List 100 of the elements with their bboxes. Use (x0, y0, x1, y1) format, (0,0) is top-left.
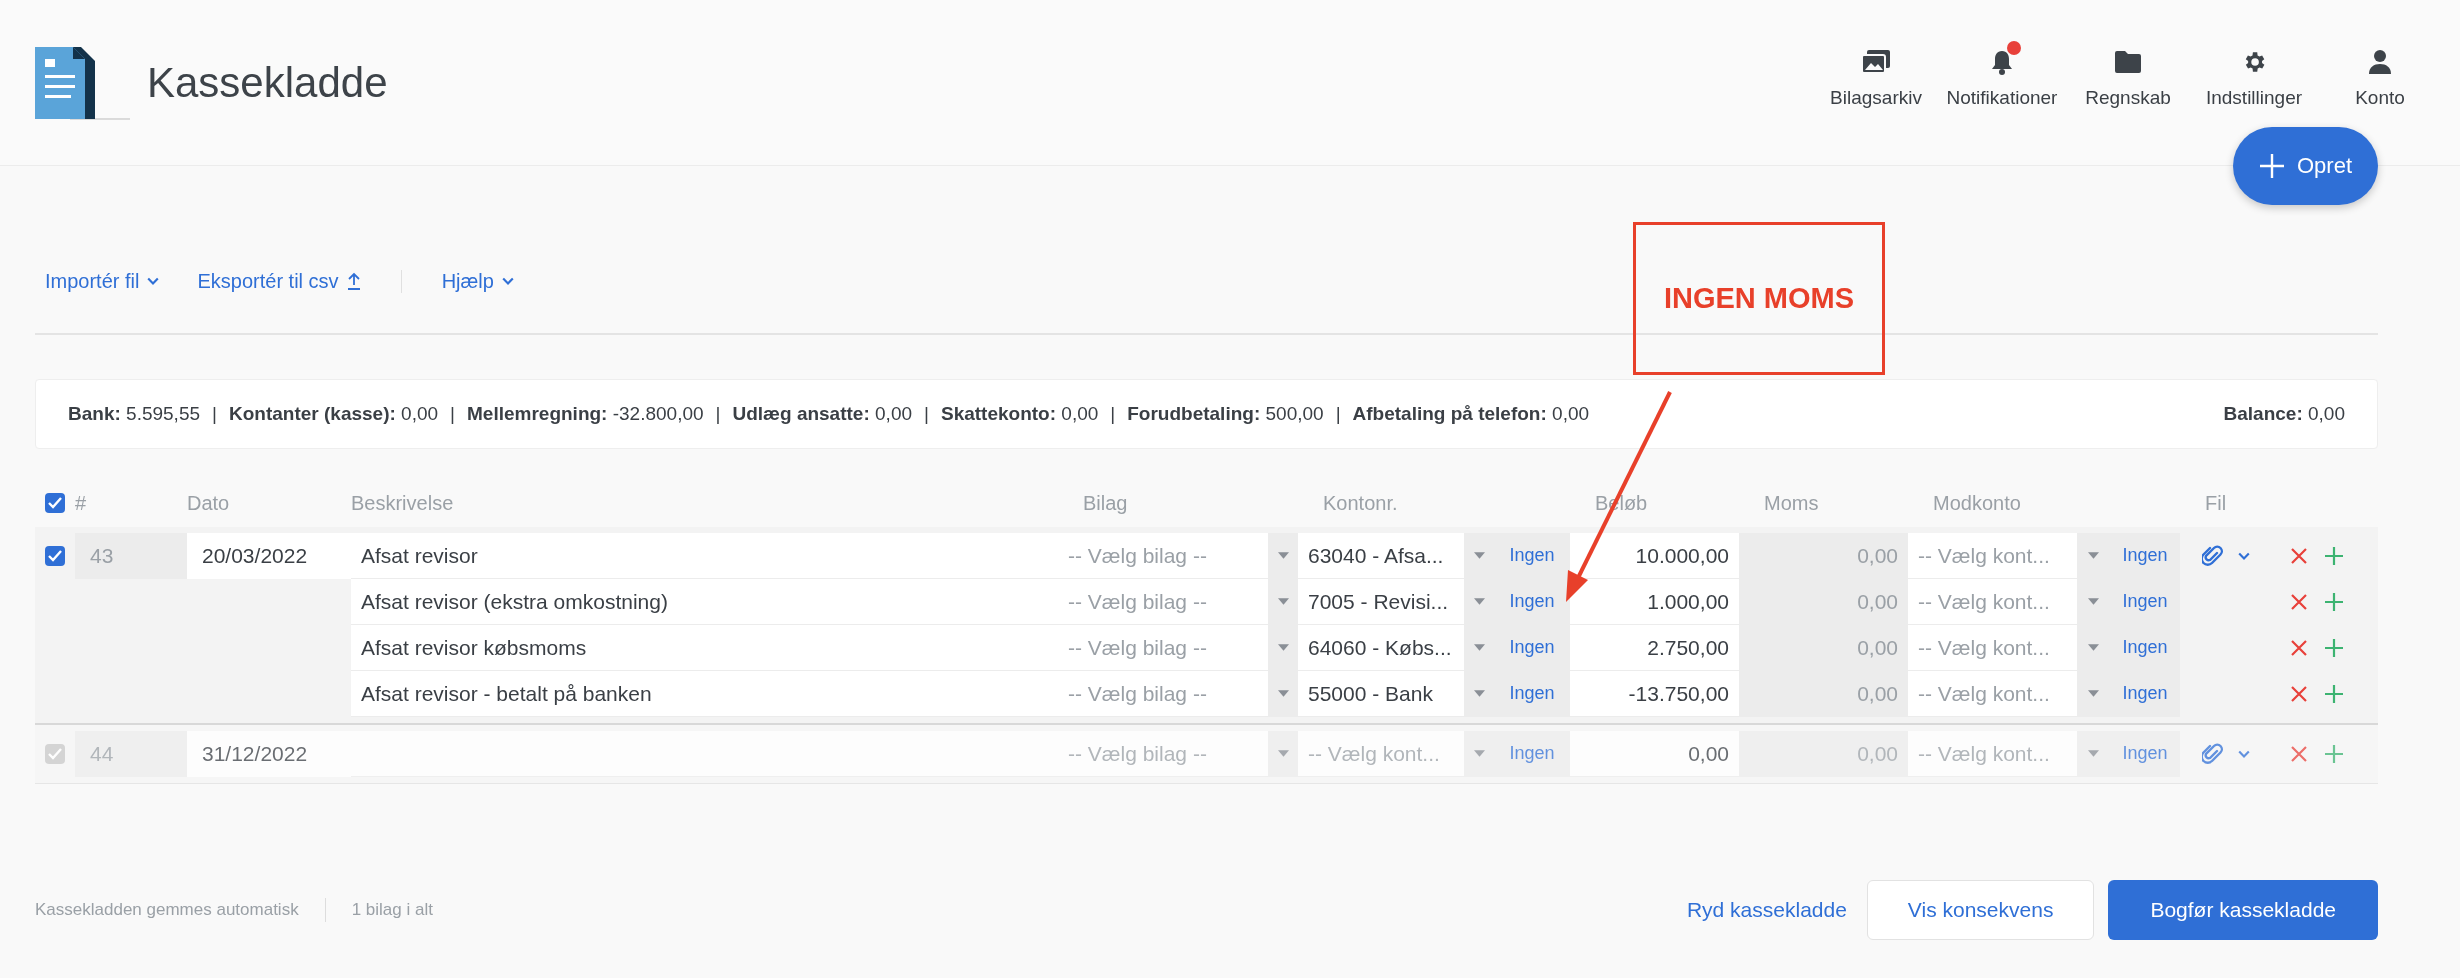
description-field[interactable]: Afsat revisor (ekstra omkostning) (351, 579, 1058, 625)
account-select[interactable]: 63040 - Afsa... (1298, 533, 1464, 579)
balance-item: Skattekonto: 0,00 (940, 403, 1099, 425)
delete-icon[interactable] (2290, 547, 2308, 565)
toolbar-link[interactable]: Importér fil (35, 269, 170, 293)
account-select[interactable]: 64060 - Købs... (1298, 625, 1464, 671)
chevron-down-icon (2238, 552, 2250, 560)
add-icon[interactable] (2324, 684, 2344, 704)
voucher-select[interactable]: -- Vælg bilag -- (1058, 671, 1268, 717)
annotation-box: INGEN MOMS (1633, 222, 1885, 375)
delete-icon[interactable] (2290, 685, 2308, 703)
date-field[interactable]: 20/03/2022 (187, 533, 351, 579)
caret-icon (1277, 644, 1289, 651)
chevron-down-icon (501, 277, 514, 285)
amount-field[interactable]: 10.000,00 (1570, 533, 1739, 579)
toolbar-link[interactable]: Hjælp (431, 269, 524, 293)
caret-icon (1473, 644, 1485, 651)
balance-item: Forudbetaling: 500,00 (1127, 403, 1324, 425)
folder-icon (2114, 49, 2142, 74)
caret-icon (2088, 598, 2099, 605)
voucher-select[interactable]: -- Vælg bilag -- (1058, 579, 1268, 625)
balance-item: Kontanter (kasse): 0,00 (229, 403, 439, 425)
column-header: Fil (2204, 491, 2228, 515)
separator-text: | (450, 403, 455, 425)
column-header: Beskrivelse (351, 491, 455, 515)
separator-text: | (212, 403, 217, 425)
separator-text: | (1335, 403, 1341, 425)
post-button[interactable]: Bogfør kassekladde (2108, 880, 2378, 940)
caret-icon (2088, 552, 2099, 559)
nav-item[interactable]: Notifikationer (1939, 36, 2065, 109)
separator-text: | (924, 403, 929, 425)
amount-field[interactable]: -13.750,00 (1570, 671, 1739, 717)
description-field[interactable]: Afsat revisor (351, 533, 1058, 579)
chevron-down-icon (147, 277, 160, 285)
nav-item[interactable]: Regnskab (2065, 36, 2191, 109)
caret-icon (1473, 750, 1485, 757)
paperclip-icon[interactable] (2202, 544, 2224, 568)
counter-account-select[interactable]: -- Vælg kont... (1908, 579, 2077, 625)
balance-item: Bank: 5.595,55 (68, 403, 201, 425)
balance-item: Afbetaling på telefon: 0,00 (1352, 403, 1590, 425)
amount-field[interactable]: 1.000,00 (1570, 579, 1739, 625)
person-icon (2368, 48, 2392, 75)
column-header: Bilag (1082, 491, 1129, 515)
separator-text: | (1110, 403, 1116, 425)
nav-item[interactable]: Bilagsarkiv (1813, 36, 1939, 109)
account-select[interactable]: 7005 - Revisi... (1298, 579, 1464, 625)
chevron-down-icon (2238, 750, 2250, 758)
voucher-select[interactable]: -- Vælg bilag -- (1058, 533, 1268, 579)
add-icon[interactable] (2324, 546, 2344, 566)
vat-amount: 0,00 (1739, 533, 1908, 579)
entry-number: 44 (75, 731, 187, 777)
column-header: Modkonto (1932, 491, 2022, 515)
preview-button[interactable]: Vis konsekvens (1866, 880, 2095, 940)
voucher-count: 1 bilag i alt (351, 900, 433, 920)
upload-icon (346, 272, 361, 290)
counter-account-select[interactable]: -- Vælg kont... (1908, 625, 2077, 671)
caret-icon (1277, 552, 1289, 559)
column-header: # (75, 491, 88, 515)
delete-icon[interactable] (2290, 593, 2308, 611)
vat-amount: 0,00 (1739, 671, 1908, 717)
images-icon (1861, 48, 1891, 75)
amount-field[interactable]: 2.750,00 (1570, 625, 1739, 671)
add-icon[interactable] (2324, 744, 2344, 764)
caret-icon (1473, 598, 1485, 605)
clear-link[interactable]: Ryd kassekladde (1680, 897, 1853, 923)
plus-icon (2259, 153, 2285, 179)
balance-total: Balance: 0,00 (2223, 403, 2345, 425)
delete-icon[interactable] (2290, 639, 2308, 657)
caret-icon (1473, 690, 1485, 697)
voucher-select[interactable]: -- Vælg bilag -- (1058, 625, 1268, 671)
create-button[interactable]: Opret (2233, 127, 2378, 205)
description-field[interactable]: Afsat revisor - betalt på banken (351, 671, 1058, 717)
toolbar-link[interactable]: Eksportér til csv (187, 269, 371, 293)
counter-account-select[interactable]: -- Vælg kont... (1908, 671, 2077, 717)
page-title: Kassekladde (147, 58, 389, 107)
counter-account-select[interactable]: -- Vælg kont... (1908, 533, 2077, 579)
column-header: Dato (187, 491, 231, 515)
add-icon[interactable] (2324, 592, 2344, 612)
caret-icon (2088, 750, 2099, 757)
separator-text: | (715, 403, 721, 425)
checkbox[interactable] (45, 546, 65, 566)
column-header: Moms (1763, 491, 1820, 515)
caret-icon (1277, 750, 1289, 757)
entry-number: 43 (75, 533, 187, 579)
nav-item[interactable]: Konto (2317, 36, 2443, 109)
nav-item[interactable]: Indstillinger (2191, 36, 2317, 109)
account-select[interactable]: 55000 - Bank (1298, 671, 1464, 717)
balance-item: Udlæg ansatte: 0,00 (732, 403, 912, 425)
add-icon[interactable] (2324, 638, 2344, 658)
caret-icon (1277, 598, 1289, 605)
vat-amount: 0,00 (1739, 731, 1908, 777)
delete-icon[interactable] (2290, 745, 2308, 763)
caret-icon (2088, 690, 2099, 697)
description-field[interactable]: Afsat revisor købsmoms (351, 625, 1058, 671)
column-header: Kontonr. (1322, 491, 1399, 515)
caret-icon (1473, 552, 1485, 559)
autosave-status: Kassekladden gemmes automatisk (35, 900, 299, 920)
vat-amount: 0,00 (1739, 579, 1908, 625)
caret-icon (2088, 644, 2099, 651)
checkbox[interactable] (45, 493, 65, 513)
